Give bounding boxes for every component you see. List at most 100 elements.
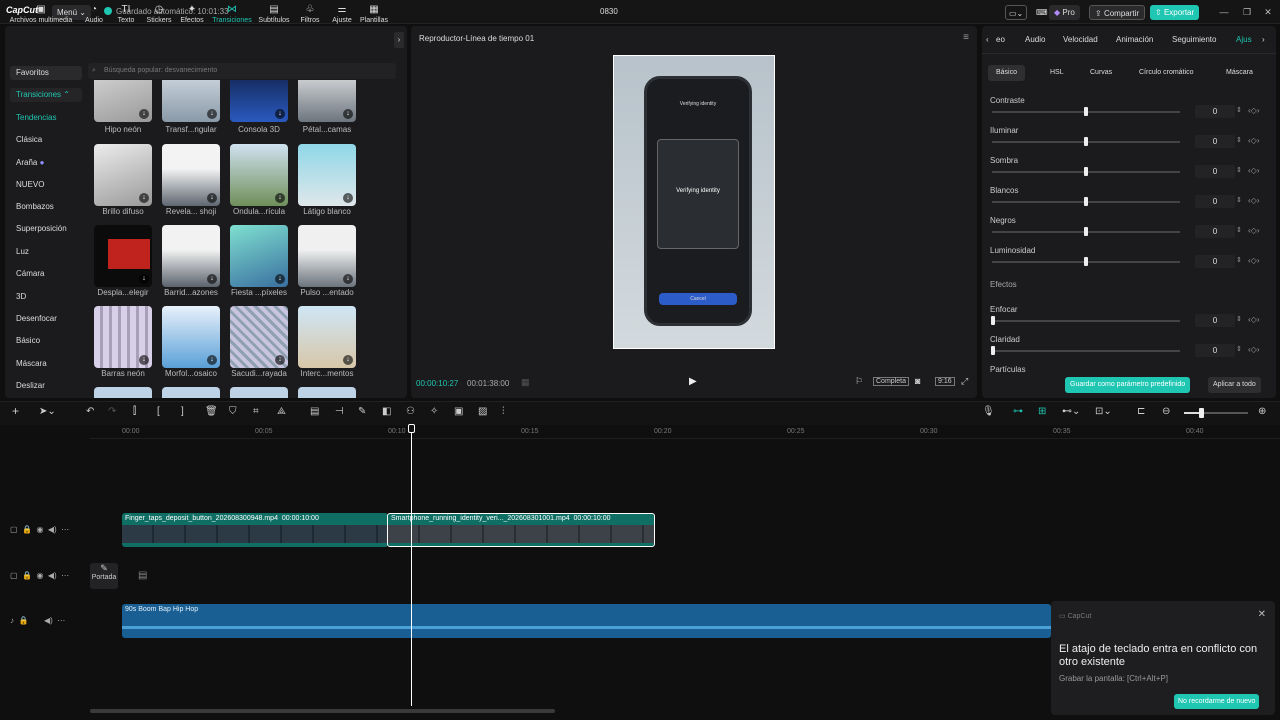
snap-icon[interactable]: ⊷⌄ (1062, 406, 1080, 417)
thumb-brillo-difuso[interactable]: ↓ (94, 144, 152, 206)
value-input[interactable]: 0 (1195, 344, 1235, 357)
volume-icon[interactable]: ◀) (48, 525, 57, 534)
tool-effects[interactable]: ✦ Efectos (175, 4, 209, 24)
stepper-icon[interactable]: ⇕ (1236, 106, 1242, 114)
thumb-latigo-blanco[interactable]: ↓ (298, 144, 356, 206)
slider-handle[interactable] (1084, 167, 1088, 176)
slider-handle[interactable] (1084, 197, 1088, 206)
dont-remind-button[interactable]: No recordarme de nuevo (1174, 694, 1260, 709)
tool-text[interactable]: TI Texto (109, 4, 143, 24)
value-input[interactable]: 0 (1195, 314, 1235, 327)
layout-icon[interactable]: ▭⌄ (1005, 5, 1028, 20)
zoom-slider-handle[interactable] (1199, 408, 1204, 418)
cat-mascara[interactable]: Máscara (10, 357, 82, 371)
audio-sync-icon[interactable]: ⚐ (855, 376, 863, 387)
undo-icon[interactable]: ↶ (86, 406, 94, 417)
thumb-partial[interactable] (94, 387, 152, 398)
thumb-petal-camas[interactable]: ↓ (298, 80, 356, 122)
thumb-consola-3d[interactable]: ↓ (230, 80, 288, 122)
save-preset-button[interactable]: Guardar como parámetro predefinido (1065, 377, 1191, 393)
split-icon[interactable]: ⫿ (133, 406, 136, 417)
more-icon[interactable]: ⋯ (61, 571, 69, 580)
cat-luz[interactable]: Luz (10, 245, 82, 259)
play-icon[interactable]: ▶ (689, 376, 697, 387)
zoom-out-icon[interactable]: ⊖ (1162, 406, 1170, 417)
video-clip-1[interactable]: Finger_taps_deposit_button_202608300948.… (122, 513, 388, 547)
cat-superposicion[interactable]: Superposición (10, 222, 82, 236)
cat-camara[interactable]: Cámara (10, 267, 82, 281)
cat-clasica[interactable]: Clásica (10, 133, 82, 147)
zoom-in-icon[interactable]: ⊕ (1258, 406, 1266, 417)
thumb-pulso-entado[interactable]: ↓ (298, 225, 356, 287)
subtab-circulo[interactable]: Círculo cromático (1131, 65, 1201, 81)
thumb-transf-ngular[interactable]: ↓ (162, 80, 220, 122)
slider-handle[interactable] (1084, 107, 1088, 116)
preview-axis-icon[interactable]: ⊡⌄ (1095, 406, 1112, 417)
captions-icon[interactable]: ▤ (310, 406, 319, 417)
stepper-icon[interactable]: ⇕ (1236, 345, 1242, 353)
lock-icon[interactable]: 🔒 (22, 525, 32, 534)
crop-icon[interactable]: ⌗ (253, 406, 259, 417)
tab-speed[interactable]: Velocidad (1063, 35, 1098, 44)
shield-icon[interactable]: ⛉ (229, 406, 237, 417)
keyframe-icon[interactable]: ‹◇› (1248, 106, 1259, 115)
value-input[interactable]: 0 (1195, 135, 1235, 148)
value-input[interactable]: 0 (1195, 105, 1235, 118)
export-button[interactable]: ⇧ Exportar (1150, 5, 1200, 20)
cat-nuevo[interactable]: NUEVO (10, 178, 82, 192)
value-input[interactable]: 0 (1195, 225, 1235, 238)
playhead[interactable] (411, 430, 412, 706)
thumb-interc-mentos[interactable]: ↓ (298, 306, 356, 368)
tab-audio[interactable]: Audio (1025, 35, 1045, 44)
stepper-icon[interactable]: ⇕ (1236, 256, 1242, 264)
tool-templates[interactable]: ▦ Plantillas (358, 4, 390, 24)
stepper-icon[interactable]: ⇕ (1236, 196, 1242, 204)
thumb-morfol-osaico[interactable]: ↓ (162, 306, 220, 368)
split-right-icon[interactable]: ] (181, 406, 184, 417)
keyframe-icon[interactable]: ‹◇› (1248, 315, 1259, 324)
thumb-barras-neon[interactable]: ↓ (94, 306, 152, 368)
tool-filters[interactable]: ♧ Filtros (293, 4, 327, 24)
waveform-view-icon[interactable]: ▦ (521, 377, 530, 388)
tab-animation[interactable]: Animación (1116, 35, 1153, 44)
cat-tendencias[interactable]: Tendencias (10, 111, 82, 125)
slider-handle[interactable] (1084, 257, 1088, 266)
thumb-revela-shoji[interactable]: ↓ (162, 144, 220, 206)
subtab-hsl[interactable]: HSL (1042, 65, 1072, 81)
eye-icon[interactable]: ◉ (36, 571, 43, 580)
cat-3d[interactable]: 3D (10, 290, 82, 304)
cat-favoritos[interactable]: Favoritos (10, 66, 82, 80)
tab-video[interactable]: eo (996, 35, 1005, 44)
stepper-icon[interactable]: ⇕ (1236, 226, 1242, 234)
keyframe-icon[interactable]: ‹◇› (1248, 136, 1259, 145)
shape-icon[interactable]: ⟁ (277, 406, 286, 417)
thumb-sacudi-rayada[interactable]: ↓ (230, 306, 288, 368)
cover-button[interactable]: ✎ Portada (90, 563, 118, 589)
keyframe-icon[interactable]: ‹◇› (1248, 196, 1259, 205)
more-icon[interactable]: ⋯ (57, 616, 65, 625)
maximize-icon[interactable]: ❐ (1240, 5, 1254, 19)
subtitle-icon[interactable]: ⊏ (1137, 406, 1145, 417)
video-clip-2[interactable]: Smartphone_running_identity_veri..._2026… (387, 513, 655, 547)
tab-next-icon[interactable]: › (1262, 35, 1265, 44)
value-input[interactable]: 0 (1195, 255, 1235, 268)
slider-handle[interactable] (1084, 227, 1088, 236)
thumb-barrid-azones[interactable]: ↓ (162, 225, 220, 287)
eye-icon[interactable]: ◉ (36, 525, 43, 534)
thumb-despla-elegir[interactable]: ↓ (94, 225, 152, 287)
image-icon[interactable]: ▨ (478, 406, 487, 417)
subtab-mascara[interactable]: Máscara (1218, 65, 1261, 81)
thumb-ondula-ricula[interactable]: ↓ (230, 144, 288, 206)
slider-track[interactable] (992, 350, 1180, 352)
magic-icon[interactable]: ✧ (430, 406, 438, 417)
mirror-icon[interactable]: ◧ (382, 406, 391, 417)
menu-lines-icon[interactable]: ≡ (963, 32, 969, 43)
redo-icon[interactable]: ↷ (108, 406, 116, 417)
split-left-icon[interactable]: [ (157, 406, 160, 417)
tool-adjust[interactable]: ⚌ Ajuste (325, 4, 359, 24)
slider-handle[interactable] (991, 346, 995, 355)
stepper-icon[interactable]: ⇕ (1236, 136, 1242, 144)
video-canvas[interactable]: Verifying identity Verifying identity Ca… (613, 55, 775, 349)
keyframe-icon[interactable]: ‹◇› (1248, 345, 1259, 354)
audio-clip[interactable]: 90s Boom Bap Hip Hop (122, 604, 1051, 638)
